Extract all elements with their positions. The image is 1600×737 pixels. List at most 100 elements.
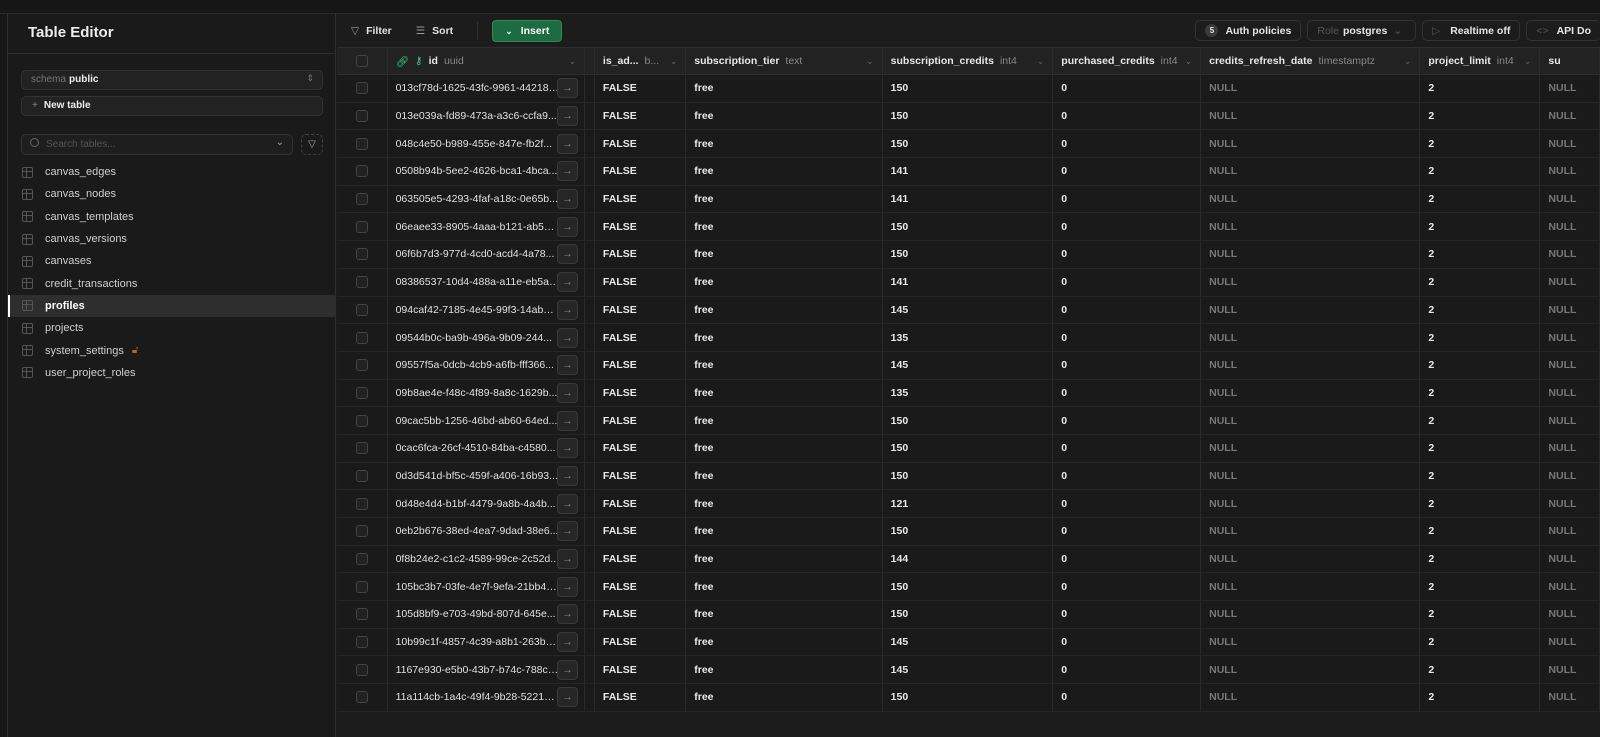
cell-su[interactable]: NULL <box>1540 434 1600 462</box>
cell-pur[interactable]: 0 <box>1053 351 1202 379</box>
arrow-right-icon[interactable]: → <box>557 687 578 708</box>
arrow-right-icon[interactable]: → <box>557 576 578 597</box>
cell-cred[interactable]: 141 <box>883 185 1054 213</box>
cell-adm[interactable]: FALSE <box>595 628 687 656</box>
cell-tier[interactable]: free <box>686 518 883 545</box>
sidebar-item-canvas-edges[interactable]: canvas_edges <box>8 161 336 183</box>
cell-ref[interactable]: NULL <box>1201 434 1421 462</box>
chevron-down-icon[interactable]: ⌄ <box>866 56 874 67</box>
chevron-down-icon[interactable]: ⌄ <box>670 56 678 67</box>
cell-lim[interactable]: 2 <box>1420 407 1541 434</box>
cell-adm[interactable]: FALSE <box>595 379 687 407</box>
table-row[interactable]: 11a114cb-1a4c-49f4-9b28-52219ec... → FALSE… <box>337 684 1600 712</box>
cell-tier[interactable]: free <box>686 185 883 213</box>
cell-lim[interactable]: 2 <box>1420 518 1541 545</box>
cell-ref[interactable]: NULL <box>1201 324 1421 351</box>
cell-lim[interactable]: 2 <box>1420 241 1541 268</box>
table-row[interactable]: 08386537-10d4-488a-a11e-eb5a6... → FALSE fr… <box>337 268 1600 297</box>
cell-tier[interactable]: free <box>686 656 883 684</box>
cell-id[interactable]: 11a114cb-1a4c-49f4-9b28-52219ec... → <box>388 684 585 711</box>
cell-adm[interactable]: FALSE <box>595 518 687 545</box>
cell-su[interactable]: NULL <box>1540 462 1600 490</box>
cell-pur[interactable]: 0 <box>1053 545 1202 573</box>
sidebar-item-canvas-templates[interactable]: canvas_templates <box>8 206 336 228</box>
cell-su[interactable]: NULL <box>1540 296 1600 324</box>
cell-adm[interactable]: FALSE <box>595 158 687 185</box>
cell-adm[interactable]: FALSE <box>595 296 687 324</box>
table-row[interactable]: 0d3d541d-bf5c-459f-a406-16b93... → FALSE fr… <box>337 462 1600 491</box>
cell-lim[interactable]: 2 <box>1420 656 1541 684</box>
table-row[interactable]: 063505e5-4293-4faf-a18c-0e65b... → FALSE fr… <box>337 185 1600 214</box>
table-row[interactable]: 06f6b7d3-977d-4cd0-acd4-4a78... → FALSE fre… <box>337 241 1600 269</box>
table-row[interactable]: 105d8bf9-e703-49bd-807d-645e... → FALSE fre… <box>337 601 1600 629</box>
cell-tier[interactable]: free <box>686 158 883 185</box>
cell-adm[interactable]: FALSE <box>595 185 687 213</box>
cell-tier[interactable]: free <box>686 268 883 296</box>
cell-cred[interactable]: 150 <box>883 462 1054 490</box>
cell-tier[interactable]: free <box>686 75 883 102</box>
cell-ref[interactable]: NULL <box>1201 75 1421 102</box>
arrow-right-icon[interactable]: → <box>557 521 578 542</box>
row-checkbox[interactable] <box>337 545 388 573</box>
row-checkbox[interactable] <box>337 158 388 185</box>
chevron-down-icon[interactable]: ⌄ <box>568 56 576 67</box>
row-checkbox[interactable] <box>337 601 388 628</box>
cell-lim[interactable]: 2 <box>1420 628 1541 656</box>
row-checkbox[interactable] <box>337 407 388 434</box>
cell-su[interactable]: NULL <box>1540 407 1600 434</box>
cell-su[interactable]: NULL <box>1540 684 1600 711</box>
cell-su[interactable]: NULL <box>1540 573 1600 601</box>
cell-ref[interactable]: NULL <box>1201 656 1421 684</box>
cell-cred[interactable]: 150 <box>883 241 1054 268</box>
cell-cred[interactable]: 150 <box>883 684 1054 711</box>
cell-ref[interactable]: NULL <box>1201 379 1421 407</box>
chevron-down-icon[interactable]: ⌄ <box>1185 56 1193 67</box>
table-row[interactable]: 013e039a-fd89-473a-a3c6-ccfa9... → FALSE fr… <box>337 102 1600 131</box>
cell-tier[interactable]: free <box>686 434 883 462</box>
row-checkbox[interactable] <box>337 241 388 268</box>
cell-su[interactable]: NULL <box>1540 545 1600 573</box>
cell-lim[interactable]: 2 <box>1420 102 1541 130</box>
arrow-right-icon[interactable]: → <box>557 438 578 459</box>
cell-pur[interactable]: 0 <box>1053 601 1202 628</box>
cell-pur[interactable]: 0 <box>1053 296 1202 324</box>
cell-pur[interactable]: 0 <box>1053 684 1202 711</box>
chevron-down-icon[interactable]: ⌄ <box>1037 56 1045 67</box>
sort-button[interactable]: ☰ Sort <box>416 25 453 37</box>
cell-lim[interactable]: 2 <box>1420 268 1541 296</box>
arrow-right-icon[interactable]: → <box>557 493 578 514</box>
cell-ref[interactable]: NULL <box>1201 241 1421 268</box>
cell-tier[interactable]: free <box>686 102 883 130</box>
cell-pur[interactable]: 0 <box>1053 573 1202 601</box>
cell-ref[interactable]: NULL <box>1201 462 1421 490</box>
cell-pur[interactable]: 0 <box>1053 462 1202 490</box>
cell-cred[interactable]: 150 <box>883 434 1054 462</box>
cell-lim[interactable]: 2 <box>1420 545 1541 573</box>
cell-pur[interactable]: 0 <box>1053 185 1202 213</box>
cell-id[interactable]: 06f6b7d3-977d-4cd0-acd4-4a78... → <box>388 241 585 268</box>
table-row[interactable]: 105bc3b7-03fe-4e7f-9efa-21bb40... → FALSE f… <box>337 573 1600 602</box>
cell-ref[interactable]: NULL <box>1201 407 1421 434</box>
cell-tier[interactable]: free <box>686 684 883 711</box>
cell-lim[interactable]: 2 <box>1420 379 1541 407</box>
row-checkbox[interactable] <box>337 268 388 296</box>
row-checkbox[interactable] <box>337 684 388 711</box>
arrow-right-icon[interactable]: → <box>557 216 578 237</box>
cell-su[interactable]: NULL <box>1540 241 1600 268</box>
cell-adm[interactable]: FALSE <box>595 434 687 462</box>
column-header-su[interactable]: su <box>1540 48 1600 74</box>
cell-lim[interactable]: 2 <box>1420 185 1541 213</box>
cell-tier[interactable]: free <box>686 407 883 434</box>
search-tables-input[interactable]: Search tables... ⌄ <box>21 134 293 155</box>
cell-ref[interactable]: NULL <box>1201 130 1421 158</box>
cell-cred[interactable]: 150 <box>883 213 1054 241</box>
role-selector[interactable]: Role postgres ⌄ <box>1307 20 1417 41</box>
cell-tier[interactable]: free <box>686 545 883 573</box>
column-header-purchased-credits[interactable]: purchased_credits int4 ⌄ <box>1053 48 1202 74</box>
cell-ref[interactable]: NULL <box>1201 573 1421 601</box>
cell-pur[interactable]: 0 <box>1053 75 1202 102</box>
cell-lim[interactable]: 2 <box>1420 75 1541 102</box>
collapse-icon[interactable]: ⌄ <box>276 137 284 148</box>
cell-pur[interactable]: 0 <box>1053 518 1202 545</box>
table-row[interactable]: 10b99c1f-4857-4c39-a8b1-263b8... → FALSE fr… <box>337 628 1600 657</box>
